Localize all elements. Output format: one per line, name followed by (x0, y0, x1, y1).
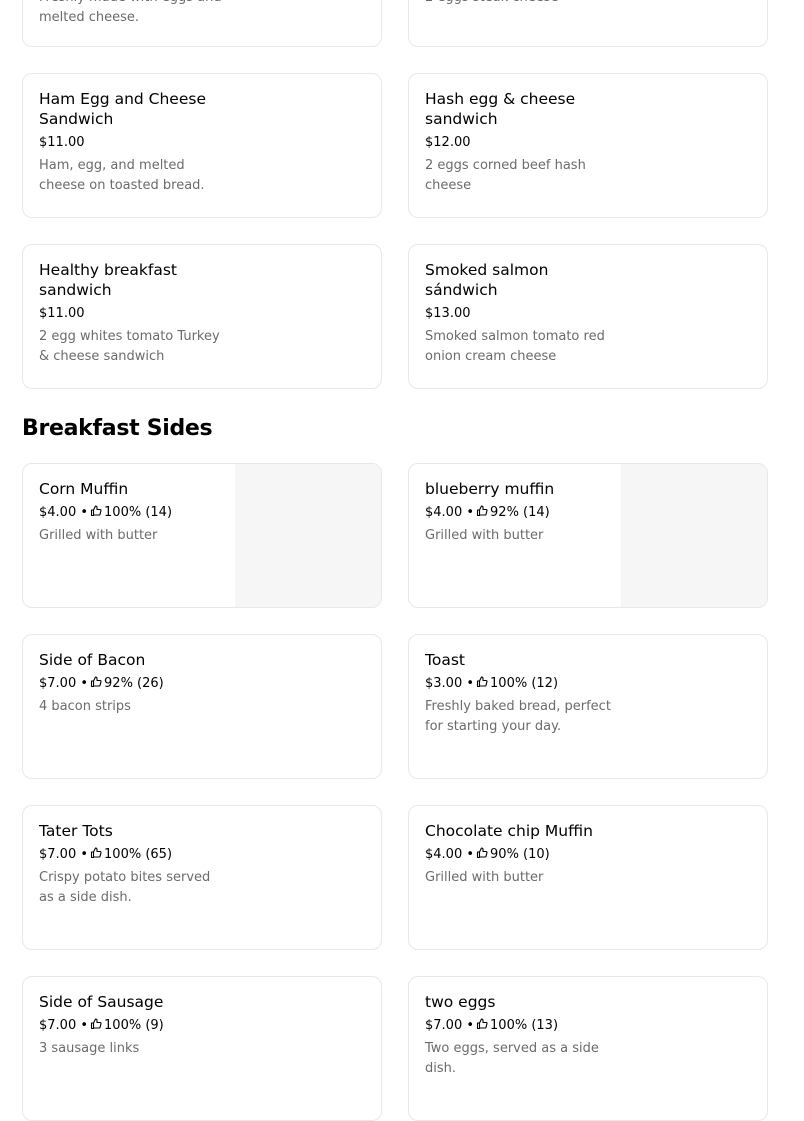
item-price: $12.00 (425, 135, 471, 150)
item-price: $7.00 (425, 1018, 463, 1033)
item-description: Grilled with butter (39, 528, 158, 543)
menu-item-card[interactable]: Freshly made with eggs and melted cheese… (22, 0, 382, 47)
menu-item-card[interactable]: blueberry muffin $4.00 • 92% (14) Grilled… (408, 463, 768, 608)
item-price: $4.00 (425, 847, 463, 862)
item-price: $7.00 (39, 847, 77, 862)
separator: • (80, 1018, 89, 1033)
item-meta: $7.00 • 100% (13) (425, 1017, 615, 1035)
item-rating: 92% (14) (490, 505, 550, 520)
item-rating: 100% (14) (104, 505, 173, 520)
item-name: Corn Muffin (39, 480, 129, 498)
item-name: Side of Sausage (39, 993, 164, 1011)
item-name: Toast (425, 651, 465, 669)
item-description: 3 sausage links (39, 1041, 140, 1056)
item-description: Crispy potato bites served as a side dis… (39, 870, 211, 905)
item-image-placeholder (235, 464, 381, 607)
separator: • (80, 505, 89, 520)
menu-item-card[interactable]: Smoked salmon sándwich $13.00 Smoked sal… (408, 244, 768, 389)
item-rating: 100% (12) (490, 676, 559, 691)
item-description: Two eggs, served as a side dish. (425, 1041, 599, 1076)
item-description: Ham, egg, and melted cheese on toasted b… (39, 158, 205, 193)
item-meta: $7.00 • 92% (26) (39, 675, 229, 693)
thumbs-up-icon (90, 505, 102, 517)
item-description: 2 egg whites tomato Turkey & cheese sand… (39, 329, 220, 364)
menu-item-card[interactable]: Chocolate chip Muffin $4.00 • 90% (10) Gr… (408, 805, 768, 950)
thumbs-up-icon (476, 676, 488, 688)
item-rating: 92% (26) (104, 676, 164, 691)
separator: • (466, 505, 475, 520)
item-rating: 100% (9) (104, 1018, 164, 1033)
menu-item-card[interactable]: Healthy breakfast sandwich $11.00 2 egg … (22, 244, 382, 389)
menu-item-card[interactable]: Hash egg & cheese sandwich $12.00 2 eggs… (408, 73, 768, 218)
item-meta: $4.00 • 92% (14) (425, 504, 615, 522)
item-meta: $4.00 • 90% (10) (425, 846, 615, 864)
item-description: 2 eggs steak cheese (425, 0, 615, 8)
thumbs-up-icon (476, 505, 488, 517)
item-name: Healthy breakfast sandwich (39, 261, 177, 299)
separator: • (80, 676, 89, 691)
item-price: $11.00 (39, 135, 85, 150)
item-price: $7.00 (39, 676, 77, 691)
item-name: Smoked salmon sándwich (425, 261, 549, 299)
thumbs-up-icon (90, 847, 102, 859)
item-name: Tater Tots (39, 822, 113, 840)
item-meta: $7.00 • 100% (9) (39, 1017, 229, 1035)
item-rating: 90% (10) (490, 847, 550, 862)
item-name: two eggs (425, 993, 496, 1011)
item-description: Grilled with butter (425, 870, 544, 885)
item-meta: $4.00 • 100% (14) (39, 504, 229, 522)
item-description: Freshly baked bread, perfect for startin… (425, 699, 611, 734)
separator: • (466, 847, 475, 862)
separator: • (80, 847, 89, 862)
menu-item-card[interactable]: Corn Muffin $4.00 • 100% (14) Grilled wit… (22, 463, 382, 608)
item-description: 4 bacon strips (39, 699, 131, 714)
thumbs-up-icon (476, 847, 488, 859)
item-description: Freshly made with eggs and melted cheese… (39, 0, 222, 25)
item-meta: $7.00 • 100% (65) (39, 846, 229, 864)
item-name: blueberry muffin (425, 480, 555, 498)
item-price: $13.00 (425, 306, 471, 321)
menu-item-card[interactable]: two eggs $7.00 • 100% (13) Two eggs, serv… (408, 976, 768, 1121)
menu-item-card[interactable]: Toast $3.00 • 100% (12) Freshly baked bre… (408, 634, 768, 779)
item-rating: 100% (13) (490, 1018, 559, 1033)
item-name: Hash egg & cheese sandwich (425, 90, 576, 128)
thumbs-up-icon (476, 1018, 488, 1030)
menu-item-card[interactable]: 2 eggs steak cheese (408, 0, 768, 47)
item-price: $4.00 (425, 505, 463, 520)
menu-item-card[interactable]: Tater Tots $7.00 • 100% (65) Crispy potat… (22, 805, 382, 950)
item-description: 2 eggs corned beef hash cheese (425, 158, 586, 193)
item-price: $11.00 (39, 306, 85, 321)
separator: • (466, 676, 475, 691)
item-price: $4.00 (39, 505, 77, 520)
menu-item-card[interactable]: Ham Egg and Cheese Sandwich $11.00 Ham, … (22, 73, 382, 218)
thumbs-up-icon (90, 676, 102, 688)
item-description: Smoked salmon tomato red onion cream che… (425, 329, 605, 364)
item-name: Chocolate chip Muffin (425, 822, 593, 840)
item-name: Side of Bacon (39, 651, 146, 669)
item-price: $7.00 (39, 1018, 77, 1033)
separator: • (466, 1018, 475, 1033)
menu-item-card[interactable]: Side of Bacon $7.00 • 92% (26) 4 bacon st… (22, 634, 382, 779)
section-title: Breakfast Sides (22, 416, 213, 441)
item-rating: 100% (65) (104, 847, 173, 862)
thumbs-up-icon (90, 1018, 102, 1030)
item-description: Grilled with butter (425, 528, 544, 543)
menu-item-card[interactable]: Side of Sausage $7.00 • 100% (9) 3 sausag… (22, 976, 382, 1121)
item-price: $3.00 (425, 676, 463, 691)
item-image-placeholder (621, 464, 767, 607)
item-meta: $3.00 • 100% (12) (425, 675, 615, 693)
item-name: Ham Egg and Cheese Sandwich (39, 90, 206, 128)
